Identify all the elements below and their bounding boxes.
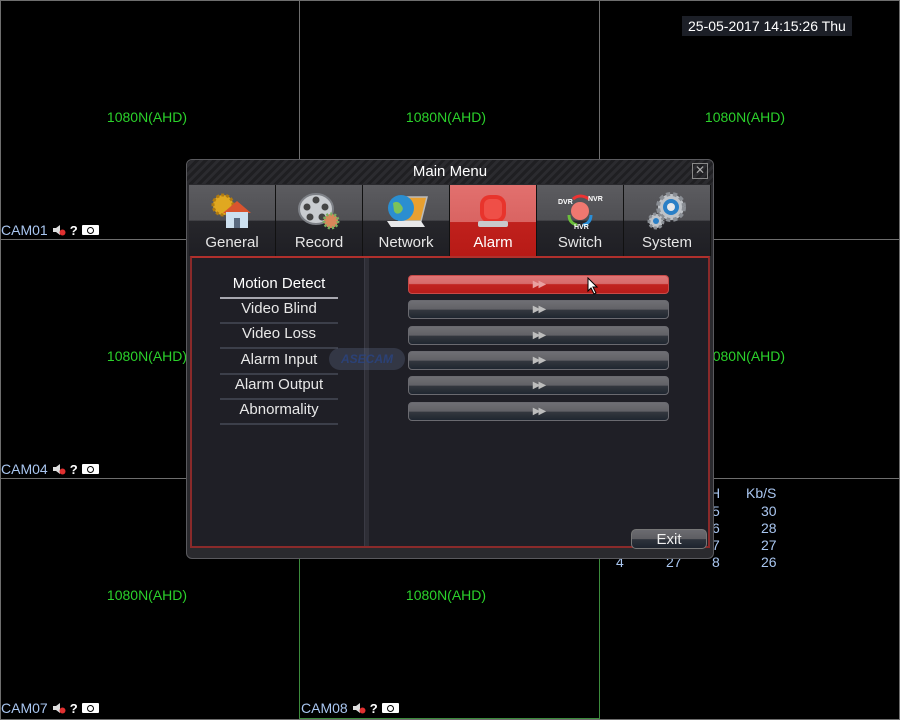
abnormality-open-button[interactable]: ▶▶ xyxy=(408,402,669,421)
tab-record[interactable]: Record xyxy=(276,185,363,256)
cam07-name: CAM07 xyxy=(1,700,48,716)
dialog-title: Main Menu xyxy=(412,163,488,180)
system-gears-icon xyxy=(647,192,686,230)
alarm-panel: Motion Detect Video Blind Video Loss Ala… xyxy=(190,256,710,548)
dialog-titlebar[interactable]: Main Menu ✕ xyxy=(187,160,713,184)
audio-muted-icon xyxy=(52,703,66,714)
cam08-name: CAM08 xyxy=(301,700,348,716)
tab-network-label: Network xyxy=(378,234,434,251)
house-gear-icon xyxy=(211,193,251,228)
menu-item-motion-detect[interactable]: Motion Detect xyxy=(220,273,338,299)
cam01-resolution: 1080N(AHD) xyxy=(106,109,188,125)
svg-text:HVR: HVR xyxy=(574,224,589,231)
bitrate-header-kbps: Kb/S xyxy=(746,485,777,501)
motion-detect-open-button[interactable]: ▶▶ xyxy=(408,275,669,294)
cam02-resolution: 1080N(AHD) xyxy=(405,109,487,125)
globe-laptop-icon xyxy=(387,195,428,227)
panel-divider xyxy=(364,258,369,546)
main-menu-dialog: Main Menu ✕ General Record Network Alarm… xyxy=(186,159,714,559)
alarm-siren-icon xyxy=(478,195,508,227)
bitrate-ch: 8 xyxy=(712,554,720,570)
audio-muted-icon xyxy=(52,225,66,236)
svg-text:DVR: DVR xyxy=(558,199,573,206)
audio-muted-icon xyxy=(352,703,366,714)
tab-record-label: Record xyxy=(294,234,344,251)
tab-switch[interactable]: DVR NVR HVR Switch xyxy=(537,185,624,256)
cam08-resolution: 1080N(AHD) xyxy=(405,587,487,603)
unknown-status-icon: ? xyxy=(369,700,378,716)
audio-muted-icon xyxy=(52,464,66,475)
tab-general[interactable]: General xyxy=(189,185,276,256)
tab-switch-label: Switch xyxy=(557,234,603,251)
menu-item-alarm-output[interactable]: Alarm Output xyxy=(220,374,338,400)
svg-text:NVR: NVR xyxy=(588,196,603,203)
snapshot-icon xyxy=(381,703,399,713)
tab-alarm[interactable]: Alarm xyxy=(450,185,537,256)
tab-system[interactable]: System xyxy=(624,185,711,256)
cam01-name: CAM01 xyxy=(1,222,48,238)
video-loss-open-button[interactable]: ▶▶ xyxy=(408,326,669,345)
menu-tabs: General Record Network Alarm DVR NVR HVR… xyxy=(189,185,711,256)
tab-general-label: General xyxy=(205,234,259,251)
cam04-label: CAM04 ? xyxy=(1,461,99,477)
close-button[interactable]: ✕ xyxy=(692,163,708,179)
snapshot-icon xyxy=(81,703,99,713)
tab-network[interactable]: Network xyxy=(363,185,450,256)
alarm-input-open-button[interactable]: ▶▶ xyxy=(408,351,669,370)
cam04-name: CAM04 xyxy=(1,461,48,477)
unknown-status-icon: ? xyxy=(69,461,78,477)
bitrate-value: 27 xyxy=(761,537,777,553)
cam03-resolution: 1080N(AHD) xyxy=(704,109,786,125)
cam08-label: CAM08 ? xyxy=(301,700,399,716)
menu-item-alarm-input[interactable]: Alarm Input xyxy=(220,349,338,375)
bitrate-value: 26 xyxy=(761,554,777,570)
unknown-status-icon: ? xyxy=(69,222,78,238)
video-blind-open-button[interactable]: ▶▶ xyxy=(408,300,669,319)
cam07-label: CAM07 ? xyxy=(1,700,99,716)
bitrate-value: 28 xyxy=(761,520,777,536)
menu-item-abnormality[interactable]: Abnormality xyxy=(220,399,338,425)
datetime-display: 25-05-2017 14:15:26 Thu xyxy=(682,16,852,36)
cam07-resolution: 1080N(AHD) xyxy=(106,587,188,603)
menu-item-video-loss[interactable]: Video Loss xyxy=(220,323,338,349)
film-reel-icon xyxy=(298,193,340,230)
dvr-nvr-hvr-switch-icon: DVR NVR HVR xyxy=(558,194,603,231)
snapshot-icon xyxy=(81,225,99,235)
snapshot-icon xyxy=(81,464,99,474)
bitrate-value: 30 xyxy=(761,503,777,519)
menu-item-video-blind[interactable]: Video Blind xyxy=(220,298,338,324)
mouse-cursor-icon xyxy=(587,277,599,295)
tab-system-label: System xyxy=(641,234,692,251)
alarm-output-open-button[interactable]: ▶▶ xyxy=(408,376,669,395)
exit-button[interactable]: Exit xyxy=(631,529,707,549)
unknown-status-icon: ? xyxy=(69,700,78,716)
brand-watermark: ASECAM xyxy=(329,348,405,370)
cam01-label: CAM01 ? xyxy=(1,222,99,238)
tab-alarm-label: Alarm xyxy=(473,234,513,251)
